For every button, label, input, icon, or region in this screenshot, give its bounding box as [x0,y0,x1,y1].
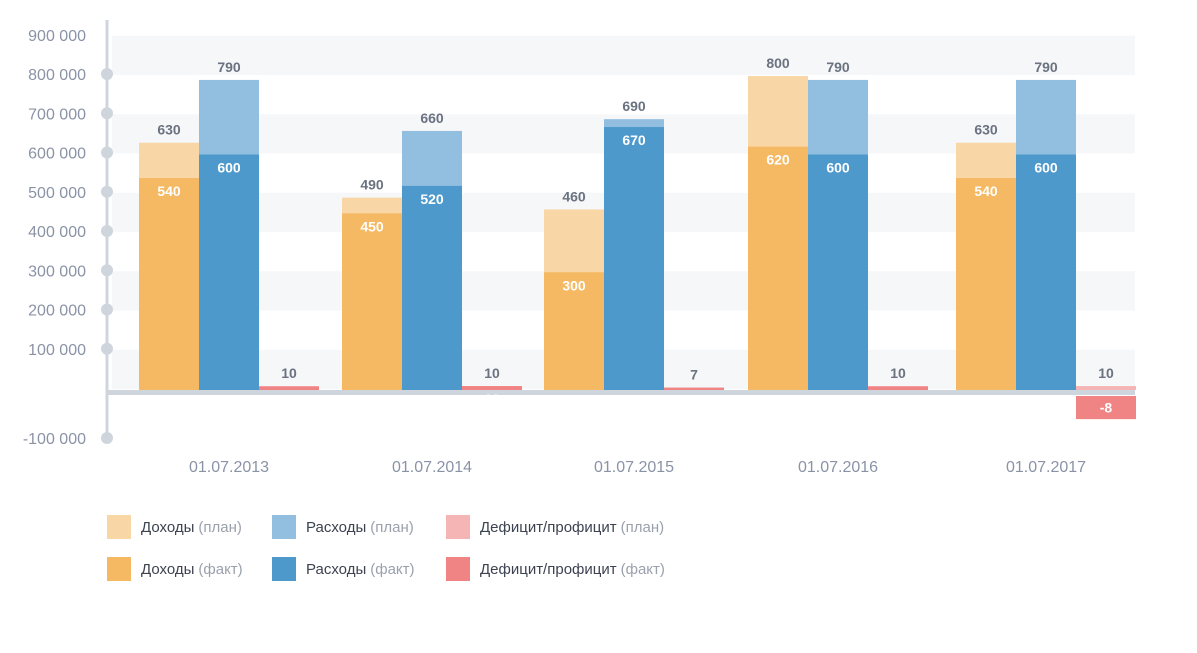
legend-swatch [446,515,470,539]
fact-bar [956,178,1016,390]
legend-kind: (план) [198,518,242,536]
fact-value-label: 600 [217,160,241,176]
plan-value-label: 630 [974,122,998,138]
fact-bar [808,154,868,390]
legend-kind: (факт) [198,560,243,578]
legend-label: Дефицит/профицит [480,560,617,578]
legend-kind: (план) [620,518,665,536]
fact-value-label: 9 [894,391,902,407]
legend-item-income-plan: Доходы (план) [107,515,242,539]
fact-value-label: 600 [826,160,850,176]
fact-value-label: 540 [157,183,181,199]
legend-label: Дефицит/профицит [480,518,617,536]
y-tick-dot [101,225,113,237]
y-tick-label: 300 000 [28,263,86,280]
fact-value-label: 600 [1034,160,1058,176]
fact-value-label: -8 [1100,400,1113,416]
legend-label: Расходы [306,518,367,536]
plan-value-label: 490 [360,177,384,193]
x-tick-label: 01.07.2013 [189,459,269,476]
fact-bar [868,386,928,390]
plan-value-label: 460 [562,188,586,204]
fact-value-label: 10 [484,391,500,407]
y-tick-label: 800 000 [28,67,86,84]
plan-value-label: 790 [217,59,241,75]
legend-label: Расходы [306,560,367,578]
legend-kind: (факт) [370,560,415,578]
plan-bar [1076,386,1136,390]
y-tick-label: -100 000 [23,431,86,448]
plan-value-label: 10 [281,365,297,381]
legend-label: Доходы [141,560,195,578]
plan-value-label: 10 [1098,365,1114,381]
fact-value-label: 670 [622,132,646,148]
y-tick-dot [101,185,113,198]
plan-value-label: 10 [484,365,500,381]
y-tick-dot [101,432,113,444]
fact-value-label: 9 [285,391,293,407]
legend-swatch [107,557,131,581]
legend-swatch [272,515,296,539]
legend-label: Доходы [141,518,195,536]
fact-bar [259,386,319,390]
fact-bar [199,154,259,390]
fact-bar [664,388,724,390]
fact-bar [748,146,808,390]
y-tick-dot [101,303,113,316]
legend-item-expense-plan: Расходы (план) [272,515,414,539]
x-tick-label: 01.07.2014 [392,459,472,476]
plan-value-label: 10 [890,365,906,381]
y-tick-dot [101,107,113,120]
legend-kind: (план) [370,518,414,536]
x-tick-label: 01.07.2016 [798,459,878,476]
y-tick-label: 700 000 [28,106,86,123]
y-tick-dot [101,146,113,159]
legend-item-balance-fact: Дефицит/профицит (факт) [446,557,665,581]
fact-bar [139,178,199,390]
bar-chart: 900 000 800 000 700 000 600 000 500 000 400 0… [23,20,1136,476]
plan-value-label: 790 [826,59,850,75]
grid-band [112,35,1135,75]
fact-value-label: 540 [974,183,998,199]
x-axis-labels: 01.07.2013 01.07.2014 01.07.2015 01.07.2016… [189,459,1086,476]
fact-value-label: 5 [690,393,698,409]
y-tick-label: 900 000 [28,28,86,45]
legend-item-balance-plan: Дефицит/профицит (план) [446,515,664,539]
plan-value-label: 660 [420,110,444,126]
fact-bar [604,127,664,391]
fact-value-label: 620 [766,152,790,168]
y-tick-dot [101,342,113,355]
fact-bar [342,213,402,390]
plan-value-label: 690 [622,98,646,114]
y-tick-label: 200 000 [28,303,86,320]
zero-line [107,390,1135,395]
fact-bar [402,185,462,390]
fact-value-label: 450 [360,218,384,234]
plan-value-label: 7 [690,366,698,382]
legend-item-expense-fact: Расходы (факт) [272,557,415,581]
plan-value-label: 630 [157,122,181,138]
fact-bar [462,386,522,390]
y-tick-label: 600 000 [28,146,86,163]
x-tick-label: 01.07.2017 [1006,459,1086,476]
y-tick-label: 400 000 [28,224,86,241]
legend-swatch [107,515,131,539]
y-tick-label: 100 000 [28,342,86,359]
x-tick-label: 01.07.2015 [594,459,674,476]
legend-item-income-fact: Доходы (факт) [107,557,243,581]
legend-swatch [272,557,296,581]
fact-value-label: 300 [562,277,586,293]
fact-value-label: 520 [420,191,444,207]
fact-bar [1016,154,1076,390]
y-tick-dot [101,264,113,277]
y-tick-label: 500 000 [28,185,86,202]
plan-value-label: 800 [766,55,790,71]
legend-kind: (факт) [620,560,665,578]
plan-value-label: 790 [1034,59,1058,75]
y-tick-dot [101,68,113,80]
legend-swatch [446,557,470,581]
